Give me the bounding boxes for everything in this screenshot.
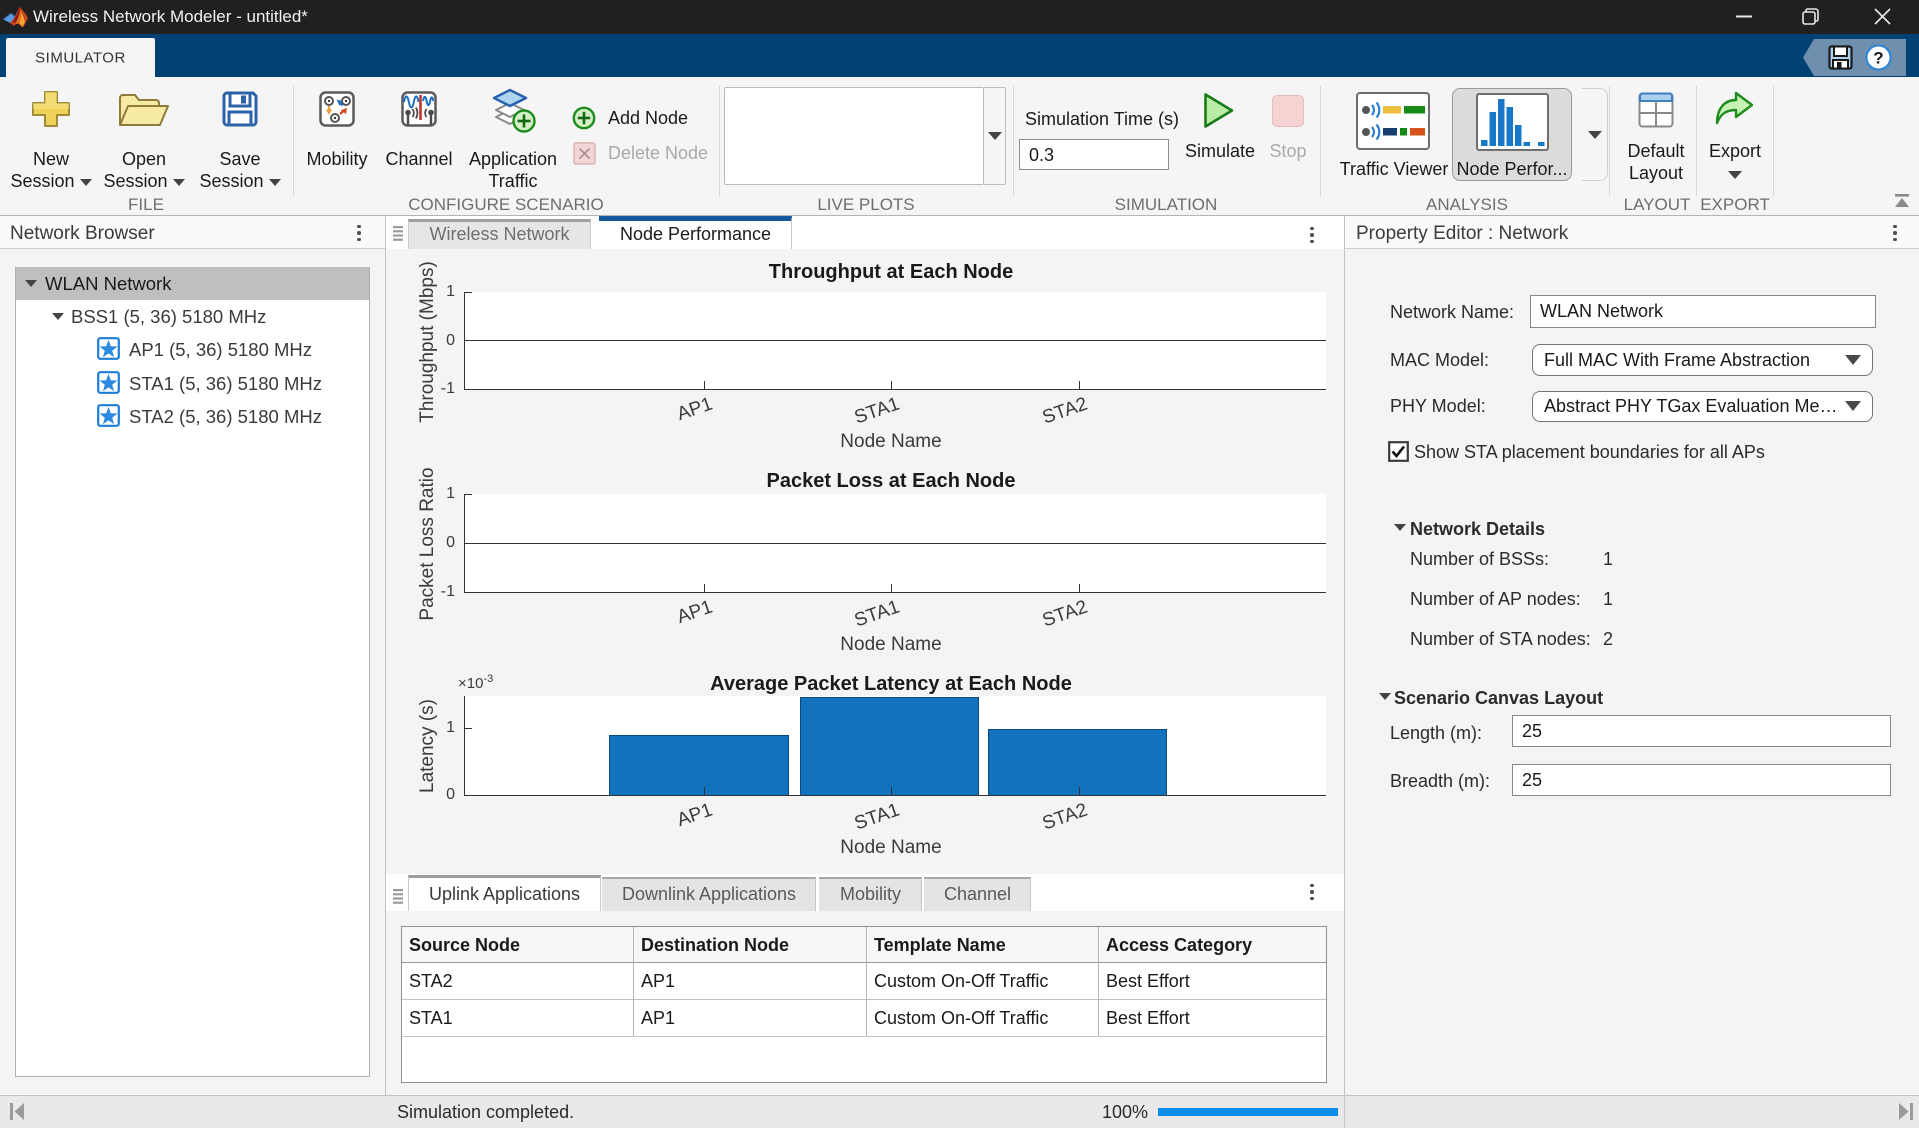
svg-text:?: ?: [1873, 49, 1883, 68]
